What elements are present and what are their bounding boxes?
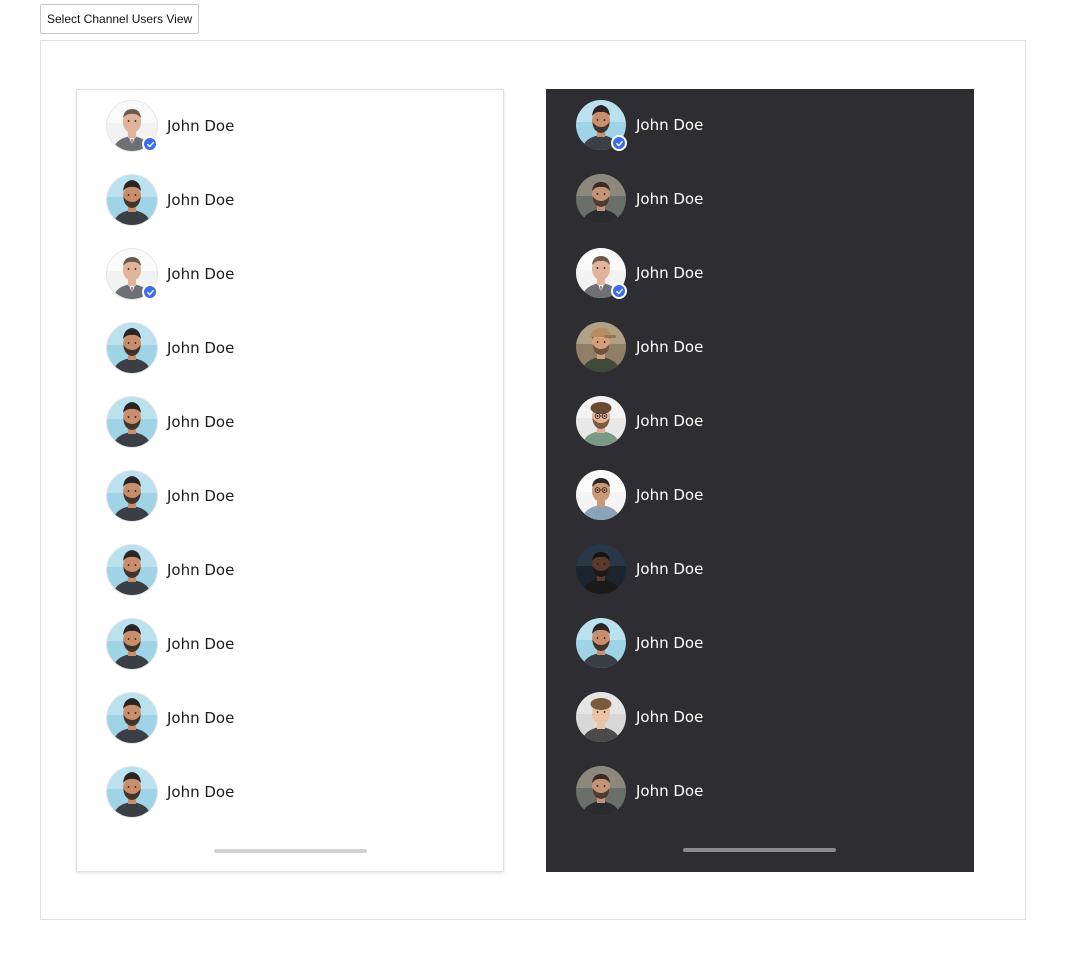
user-name: John Doe [636,486,704,504]
user-name: John Doe [636,190,704,208]
user-row[interactable]: John Doe [546,533,974,607]
user-row[interactable]: John Doe [77,460,503,534]
avatar [107,397,157,447]
user-row[interactable]: John Doe [546,385,974,459]
avatar [107,545,157,595]
verified-check-icon [142,136,158,152]
user-row[interactable]: John Doe [77,534,503,608]
avatar-image [107,323,157,373]
user-row[interactable]: John Doe [77,164,503,238]
avatar-image [107,619,157,669]
user-row[interactable]: John Doe [546,89,974,163]
scroll-indicator[interactable] [683,848,836,852]
user-name: John Doe [167,191,235,209]
select-channel-users-view-button[interactable]: Select Channel Users View [40,4,200,34]
avatar-image [576,174,626,224]
user-row[interactable]: John Doe [77,682,503,756]
avatar-image [107,545,157,595]
user-row[interactable]: John Doe [77,386,503,460]
user-row[interactable]: John Doe [77,756,503,830]
user-name: John Doe [167,783,235,801]
avatar-image [576,470,626,520]
avatar [576,766,626,816]
avatar [576,100,627,151]
user-row[interactable]: John Doe [546,237,974,311]
verified-check-icon [611,283,627,299]
user-name: John Doe [636,116,704,134]
user-row[interactable]: John Doe [546,459,974,533]
user-row[interactable]: John Doe [546,755,974,829]
avatar [576,174,626,224]
avatar-image [107,767,157,817]
user-name: John Doe [636,708,704,726]
verified-check-icon [142,284,158,300]
avatar-image [576,692,626,742]
user-name: John Doe [167,709,235,727]
avatar-image [576,322,626,372]
user-row[interactable]: John Doe [77,312,503,386]
avatar-image [107,397,157,447]
avatar [107,693,157,743]
avatar [576,248,627,299]
user-name: John Doe [636,338,704,356]
user-name: John Doe [636,412,704,430]
avatar-image [107,175,157,225]
user-name: John Doe [167,339,235,357]
channel-users-list-light[interactable]: John Doe John Doe John Doe John Doe John Doe… [76,89,504,872]
user-name: John Doe [167,561,235,579]
user-name: John Doe [636,782,704,800]
avatar [576,322,626,372]
user-name: John Doe [167,265,235,283]
avatar [576,544,626,594]
user-row[interactable]: John Doe [77,238,503,312]
avatar [576,618,626,668]
avatar-image [107,693,157,743]
avatar-image [576,396,626,446]
avatar [107,619,157,669]
user-name: John Doe [167,413,235,431]
avatar-image [576,544,626,594]
avatar [107,471,157,521]
user-name: John Doe [636,264,704,282]
user-row[interactable]: John Doe [546,163,974,237]
scroll-indicator[interactable] [214,849,367,853]
user-name: John Doe [636,634,704,652]
avatar [576,396,626,446]
user-name: John Doe [167,635,235,653]
avatar [576,470,626,520]
avatar-image [576,618,626,668]
avatar-image [107,471,157,521]
user-row[interactable]: John Doe [546,311,974,385]
user-row[interactable]: John Doe [546,607,974,681]
avatar [576,692,626,742]
user-name: John Doe [167,487,235,505]
avatar [107,767,157,817]
user-name: John Doe [167,117,235,135]
avatar [107,249,158,300]
user-row[interactable]: John Doe [77,608,503,682]
user-row[interactable]: John Doe [77,90,503,164]
user-row[interactable]: John Doe [546,681,974,755]
avatar [107,175,157,225]
verified-check-icon [611,135,627,151]
avatar-image [576,766,626,816]
avatar [107,101,158,152]
user-name: John Doe [636,560,704,578]
channel-users-list-dark[interactable]: John Doe John Doe John Doe John Doe John Doe… [546,89,974,872]
avatar [107,323,157,373]
